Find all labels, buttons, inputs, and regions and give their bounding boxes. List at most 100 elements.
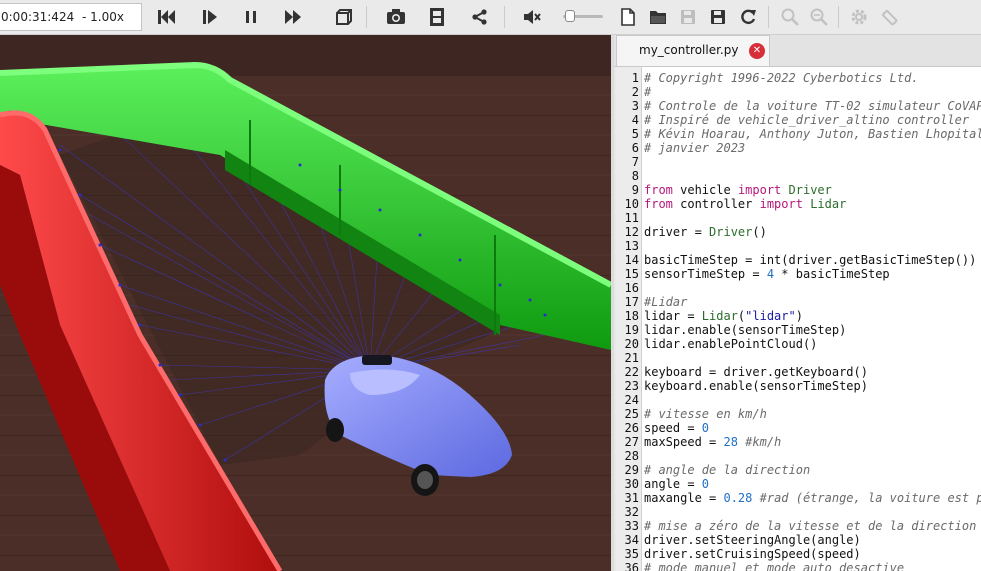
save-icon [681, 10, 695, 24]
code-line[interactable]: 3 # Controle de la voiture TT-02 simulate… [616, 99, 981, 113]
share-button[interactable] [466, 3, 494, 31]
tab-my-controller[interactable]: my_controller.py ✕ [616, 35, 770, 66]
code-line[interactable]: 14 basicTimeStep = int(driver.getBasicTim… [616, 253, 981, 267]
code-text: driver.setSteeringAngle(angle) [644, 533, 861, 547]
code-line[interactable]: 26 speed = 0 [616, 421, 981, 435]
code-area[interactable]: 1 # Copyright 1996-2022 Cyberbotics Ltd. 2… [616, 67, 981, 571]
code-line[interactable]: 9 from vehicle import Driver [616, 183, 981, 197]
volume-slider-knob[interactable] [565, 10, 575, 22]
code-line[interactable]: 7 [616, 155, 981, 169]
reset-simulation-icon [158, 10, 175, 24]
open-file-button[interactable] [644, 3, 672, 31]
code-text: # angle de la direction [644, 463, 810, 477]
code-line[interactable]: 22 keyboard = driver.getKeyboard() [616, 365, 981, 379]
code-line[interactable]: 32 [616, 505, 981, 519]
step-button[interactable] [196, 3, 224, 31]
mute-button[interactable] [518, 3, 546, 31]
3d-viewport[interactable] [0, 35, 611, 571]
line-number: 31 [624, 491, 639, 505]
code-line[interactable]: 17 #Lidar [616, 295, 981, 309]
code-token: # janvier 2023 [644, 141, 746, 155]
code-token: 4 [766, 267, 775, 281]
code-line[interactable]: 6 # janvier 2023 [616, 141, 981, 155]
code-line[interactable]: 15 sensorTimeStep = 4 * basicTimeStep [616, 267, 981, 281]
screenshot-button[interactable] [382, 3, 410, 31]
movie-record-icon [430, 8, 444, 26]
code-line[interactable]: 11 [616, 211, 981, 225]
code-line[interactable]: 21 [616, 351, 981, 365]
new-file-button[interactable] [614, 3, 642, 31]
code-token: maxangle = [644, 491, 724, 505]
fast-forward-button[interactable] [279, 3, 307, 31]
code-token: Driver [781, 183, 832, 197]
view-cube-icon [336, 9, 352, 25]
code-line[interactable]: 12 driver = Driver() [616, 225, 981, 239]
code-line[interactable]: 20 lidar.enablePointCloud() [616, 337, 981, 351]
zoom-out-button[interactable] [805, 3, 833, 31]
code-line[interactable]: 33 # mise a zéro de la vitesse et de la d… [616, 519, 981, 533]
scene-render [0, 35, 611, 571]
code-token: 0 [701, 421, 710, 435]
save-button[interactable] [674, 3, 702, 31]
code-text: sensorTimeStep = 4 * basicTimeStep [644, 267, 890, 281]
open-file-icon [650, 10, 666, 24]
code-token: # [644, 85, 652, 99]
code-text: lidar = Lidar("lidar") [644, 309, 803, 323]
toolbar-separator [768, 6, 769, 28]
reset-simulation-button[interactable] [153, 3, 181, 31]
code-line[interactable]: 34 driver.setSteeringAngle(angle) [616, 533, 981, 547]
code-line[interactable]: 4 # Inspiré de vehicle_driver_altino cont… [616, 113, 981, 127]
code-line[interactable]: 13 [616, 239, 981, 253]
code-text: # Controle de la voiture TT-02 simulateu… [644, 99, 981, 113]
code-line[interactable]: 28 [616, 449, 981, 463]
code-line[interactable]: 8 [616, 169, 981, 183]
line-number: 9 [631, 183, 639, 197]
code-line[interactable]: 10 from controller import Lidar [616, 197, 981, 211]
code-line[interactable]: 5 # Kévin Hoarau, Anthony Juton, Bastien … [616, 127, 981, 141]
code-token: lidar.enable(sensorTimeStep) [644, 323, 847, 337]
code-token: Lidar [802, 197, 847, 211]
code-line[interactable]: 27 maxSpeed = 28 #km/h [616, 435, 981, 449]
code-line[interactable]: 24 [616, 393, 981, 407]
view-cube-button[interactable] [330, 3, 358, 31]
code-line[interactable]: 16 [616, 281, 981, 295]
settings-button[interactable] [845, 3, 873, 31]
pause-button[interactable] [237, 3, 265, 31]
code-token: vehicle [672, 183, 738, 197]
code-token: sensorTimeStep = [644, 267, 767, 281]
code-token: import [737, 183, 782, 197]
movie-record-button[interactable] [423, 3, 451, 31]
code-token: 28 [723, 435, 738, 449]
zoom-in-button[interactable] [776, 3, 804, 31]
code-line[interactable]: 31 maxangle = 0.28 #rad (étrange, la voit… [616, 491, 981, 505]
code-line[interactable]: 29 # angle de la direction [616, 463, 981, 477]
reload-button[interactable] [734, 3, 762, 31]
toolbar-separator [838, 6, 839, 28]
code-token: angle = [644, 477, 702, 491]
line-number: 26 [624, 421, 639, 435]
code-text: lidar.enable(sensorTimeStep) [644, 323, 846, 337]
clear-button[interactable] [875, 3, 903, 31]
code-text: maxangle = 0.28 #rad (étrange, la voitur… [644, 491, 981, 505]
code-line[interactable]: 19 lidar.enable(sensorTimeStep) [616, 323, 981, 337]
line-number: 8 [631, 169, 639, 183]
line-number: 7 [631, 155, 639, 169]
code-token: maxSpeed = [644, 435, 724, 449]
line-number: 35 [624, 547, 639, 561]
code-line[interactable]: 23 keyboard.enable(sensorTimeStep) [616, 379, 981, 393]
share-icon [472, 9, 487, 25]
close-icon[interactable]: ✕ [749, 43, 765, 59]
code-line[interactable]: 1 # Copyright 1996-2022 Cyberbotics Ltd. [616, 71, 981, 85]
code-line[interactable]: 25 # vitesse en km/h [616, 407, 981, 421]
code-line[interactable]: 30 angle = 0 [616, 477, 981, 491]
code-line[interactable]: 36 # mode manuel et mode auto desactive [616, 561, 981, 571]
line-number: 36 [624, 561, 639, 571]
code-line[interactable]: 35 driver.setCruisingSpeed(speed) [616, 547, 981, 561]
simulation-time: 0:00:31:424 [1, 10, 75, 24]
code-line[interactable]: 18 lidar = Lidar("lidar") [616, 309, 981, 323]
volume-slider[interactable] [563, 10, 603, 24]
zoom-in-icon [781, 8, 799, 26]
code-line[interactable]: 2 # [616, 85, 981, 99]
line-number: 2 [631, 85, 639, 99]
save-all-button[interactable] [704, 3, 732, 31]
